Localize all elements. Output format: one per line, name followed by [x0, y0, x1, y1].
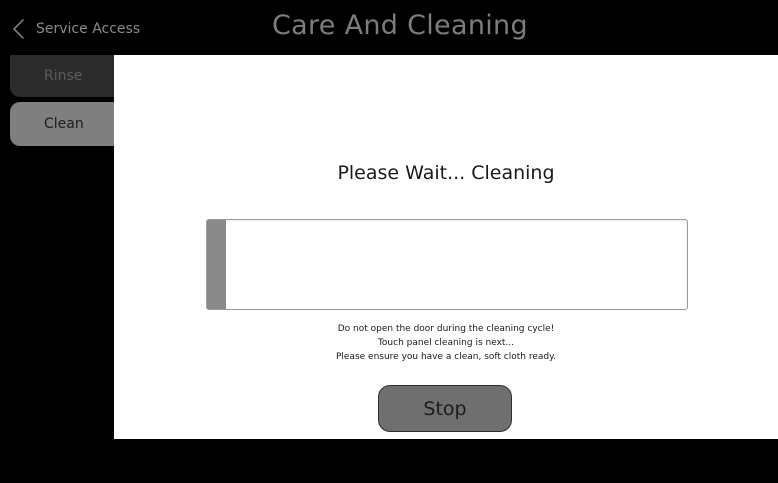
- sidebar: Rinse Clean: [0, 55, 124, 439]
- sidebar-item-rinse[interactable]: Rinse: [10, 55, 124, 97]
- instruction-line: Touch panel cleaning is next...: [377, 338, 515, 348]
- header-bar: Service Access Care And Cleaning: [0, 0, 778, 55]
- chevron-left-icon: [13, 19, 24, 39]
- stop-button-label: Stop: [423, 397, 467, 420]
- main-panel: Please Wait... Cleaning Do not open the …: [114, 55, 778, 439]
- status-title: Please Wait... Cleaning: [337, 162, 555, 184]
- sidebar-item-label: Clean: [44, 116, 84, 132]
- page-title: Care And Cleaning: [272, 10, 528, 41]
- instruction-line: Do not open the door during the cleaning…: [337, 324, 555, 334]
- instruction-line: Please ensure you have a clean, soft clo…: [335, 352, 557, 362]
- app-screen: Service Access Care And Cleaning Rinse C…: [0, 0, 778, 483]
- bottom-bar: [0, 439, 778, 483]
- sidebar-item-clean[interactable]: Clean: [10, 102, 124, 146]
- back-button-label: Service Access: [36, 21, 141, 37]
- sidebar-item-label: Rinse: [44, 68, 83, 84]
- progress-bar-fill: [207, 220, 227, 309]
- instructions-text: Do not open the door during the cleaning…: [114, 322, 778, 364]
- stop-button[interactable]: Stop: [378, 385, 512, 432]
- back-button[interactable]: Service Access: [10, 12, 140, 46]
- progress-bar: [206, 219, 688, 310]
